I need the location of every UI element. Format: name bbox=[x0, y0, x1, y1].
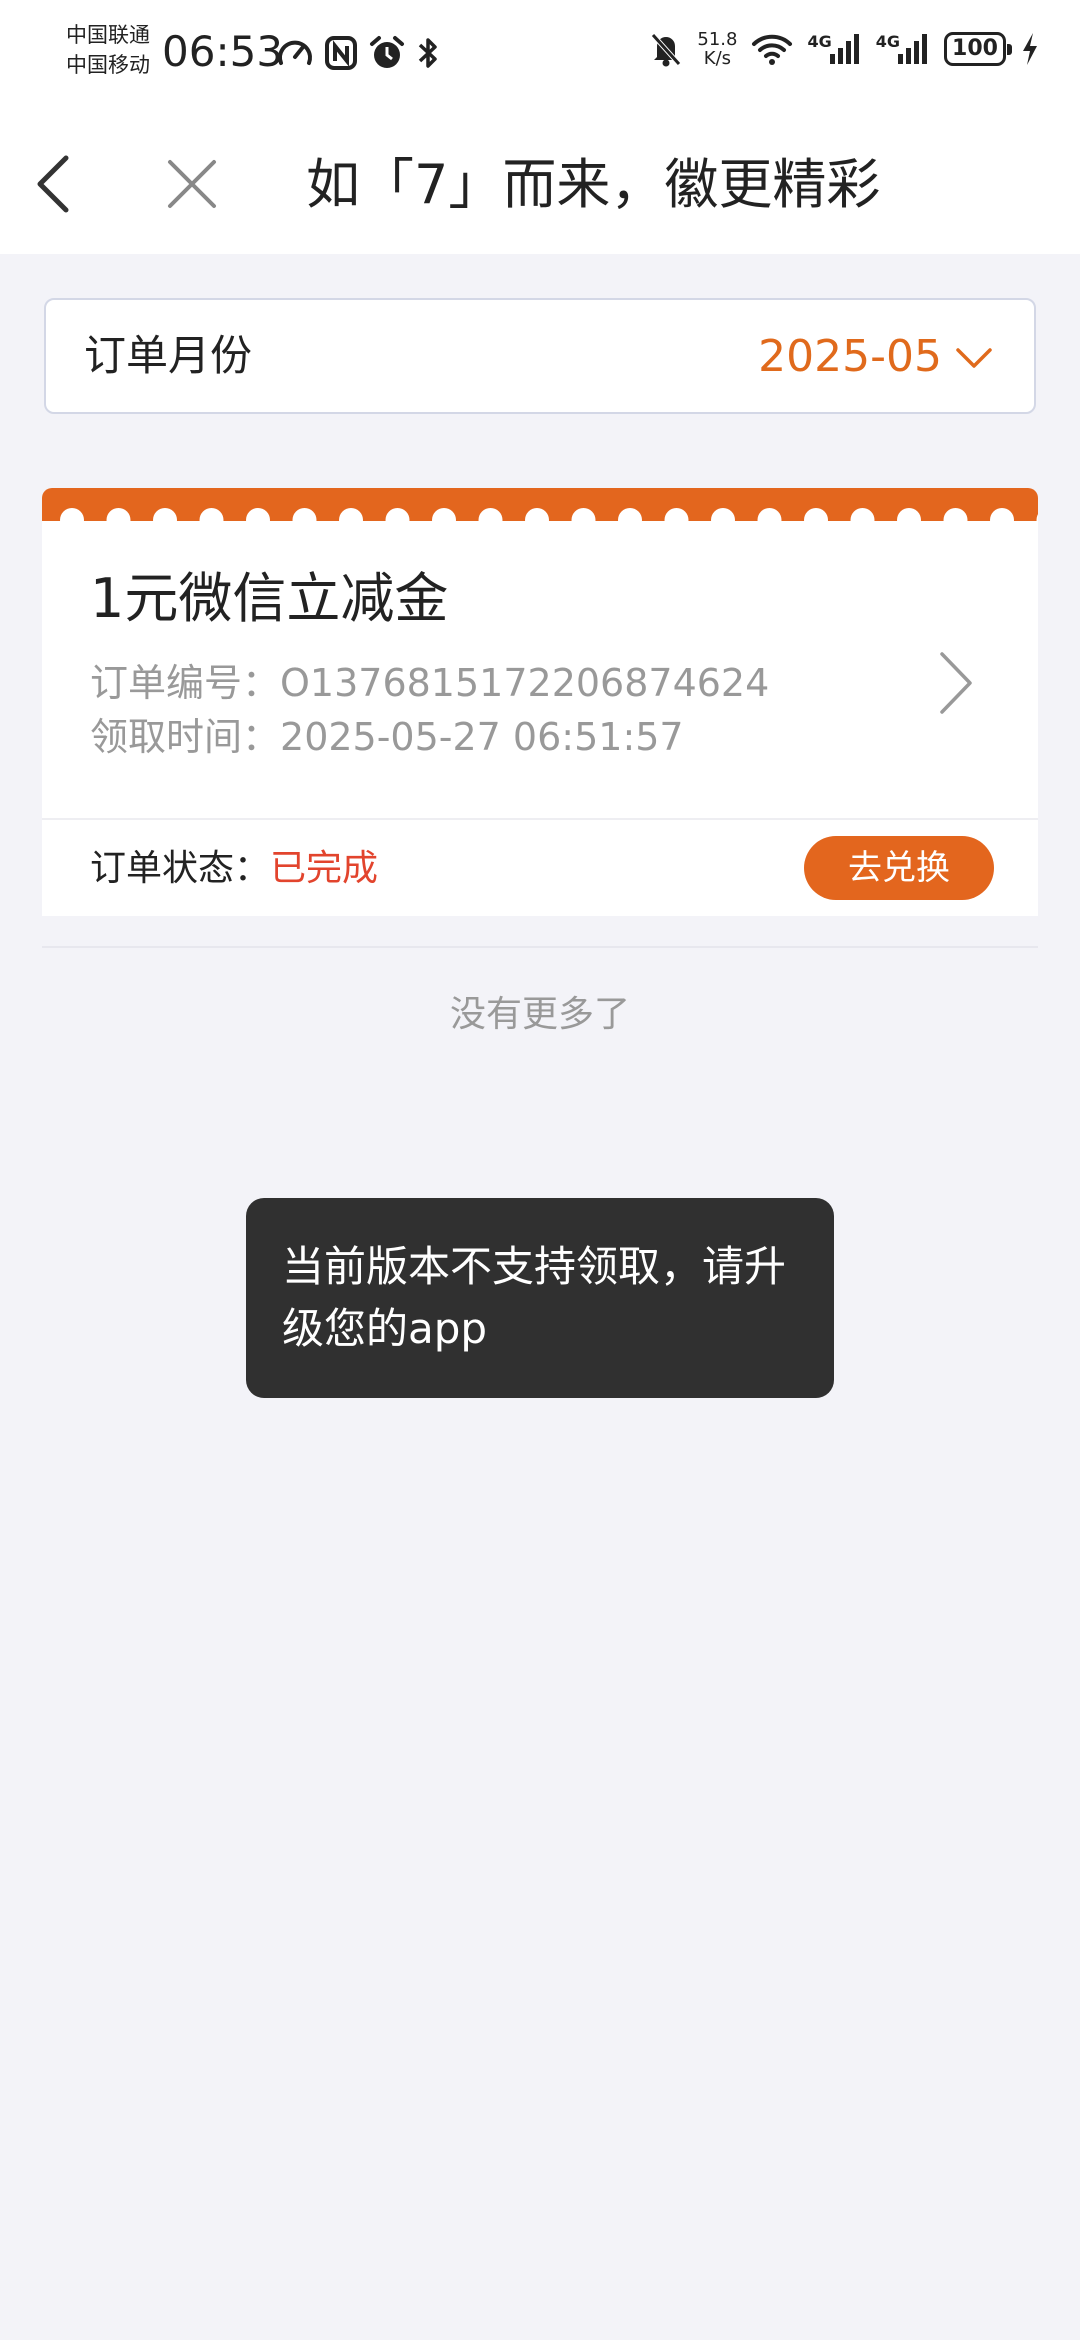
claim-time-label: 领取时间： bbox=[90, 715, 281, 759]
alarm-icon bbox=[368, 34, 406, 72]
bluetooth-icon bbox=[416, 34, 440, 72]
chevron-down-icon[interactable] bbox=[954, 338, 994, 378]
order-status-label: 订单状态： bbox=[90, 848, 271, 889]
nfc-icon bbox=[324, 34, 358, 72]
toast-line-1: 当前版本不支持领取，请升 bbox=[282, 1242, 787, 1291]
battery-icon: 100 bbox=[944, 32, 1012, 66]
chevron-right-icon[interactable] bbox=[934, 648, 978, 718]
back-button[interactable] bbox=[26, 154, 86, 214]
card-divider bbox=[42, 818, 1038, 820]
toast-line-2: 级您的app bbox=[282, 1304, 488, 1353]
signal-icon: 4G bbox=[876, 32, 930, 66]
order-number: O1376815172206874624 bbox=[280, 661, 770, 705]
status-icons-right: 51.8 K/s 4G 4G 100 bbox=[649, 30, 1040, 68]
page-title: 如「7」而来，徽更精彩 bbox=[306, 153, 881, 216]
carrier-names: 中国联通 中国移动 bbox=[66, 20, 150, 80]
order-number-row: 订单编号：O1376815172206874624 bbox=[90, 658, 769, 708]
mute-bell-icon bbox=[649, 31, 683, 67]
month-label: 订单月份 bbox=[84, 331, 253, 380]
status-bar: 中国联通 中国移动 06:53 51.8 K/s 4G 4G 100 bbox=[0, 0, 1080, 110]
order-status-value: 已完成 bbox=[270, 848, 379, 889]
order-title: 1元微信立减金 bbox=[90, 567, 449, 630]
order-card[interactable]: 1元微信立减金 订单编号：O1376815172206874624 领取时间：2… bbox=[42, 488, 1038, 916]
claim-time: 2025-05-27 06:51:57 bbox=[280, 715, 684, 759]
card-edge-base bbox=[42, 521, 1038, 524]
status-icons-left bbox=[276, 34, 440, 72]
clock: 06:53 bbox=[162, 27, 284, 76]
list-divider bbox=[42, 946, 1038, 948]
month-value[interactable]: 2025-05 bbox=[758, 328, 942, 386]
order-number-label: 订单编号： bbox=[90, 661, 281, 705]
chevron-left-icon bbox=[37, 155, 69, 213]
claim-time-row: 领取时间：2025-05-27 06:51:57 bbox=[90, 712, 684, 762]
carrier-1: 中国联通 bbox=[66, 23, 150, 47]
redeem-button[interactable]: 去兑换 bbox=[804, 836, 994, 900]
network-speed: 51.8 K/s bbox=[697, 30, 737, 68]
wifi-icon bbox=[751, 32, 793, 66]
header: 如「7」而来，徽更精彩 bbox=[0, 110, 1080, 254]
toast-message: 当前版本不支持领取，请升 级您的app bbox=[246, 1198, 834, 1398]
close-icon bbox=[168, 160, 216, 208]
order-status-row: 订单状态：已完成 bbox=[90, 844, 378, 894]
month-selector[interactable]: 订单月份 2025-05 bbox=[44, 298, 1036, 414]
close-button[interactable] bbox=[162, 154, 222, 214]
ticket-edge-decoration bbox=[42, 488, 1038, 524]
network-speed-unit: K/s bbox=[703, 48, 732, 69]
network-speed-value: 51.8 bbox=[697, 29, 738, 50]
signal-icon: 4G bbox=[807, 32, 861, 66]
carrier-2: 中国移动 bbox=[66, 53, 150, 77]
speedometer-icon bbox=[276, 34, 314, 72]
charging-icon bbox=[1020, 31, 1040, 67]
list-end-text: 没有更多了 bbox=[449, 994, 630, 1035]
